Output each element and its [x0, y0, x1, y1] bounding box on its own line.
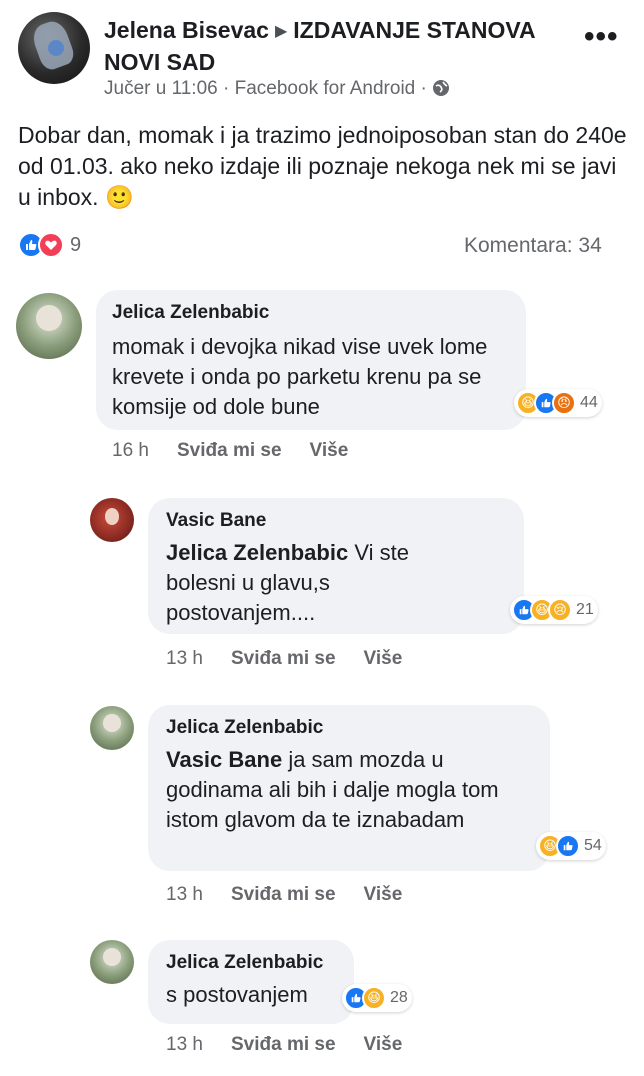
globe-icon — [432, 79, 450, 103]
comments-count-link[interactable]: Komentara: 34 — [464, 234, 602, 258]
comment-reaction-count: 28 — [390, 989, 408, 1006]
post-reaction-count: 9 — [70, 233, 82, 256]
comment-reactions[interactable]: 😆 😢 21 — [510, 596, 598, 624]
comment-time[interactable]: 13 h — [166, 648, 203, 670]
avatar-face — [103, 947, 121, 966]
comment-bubble: Jelica Zelenbabic s postovanjem — [148, 940, 354, 1024]
post-reactions-summary[interactable]: 9 — [18, 230, 81, 260]
comment-mention[interactable]: Jelica Zelenbabic — [166, 540, 348, 565]
comment-actions: 13 h Sviđa mi se Više — [166, 884, 402, 906]
comment-actions: 16 h Sviđa mi se Više — [112, 440, 348, 462]
like-comment-button[interactable]: Sviđa mi se — [231, 648, 336, 670]
more-options-icon[interactable]: ••• — [584, 20, 619, 54]
like-comment-button[interactable]: Sviđa mi se — [231, 884, 336, 906]
angry-reaction-icon: 😠 — [552, 391, 576, 415]
haha-reaction-icon: 😆 — [362, 986, 386, 1010]
post-source: Facebook for Android — [234, 78, 416, 99]
comment-author[interactable]: Jelica Zelenbabic — [166, 952, 336, 974]
commenter-avatar[interactable] — [16, 293, 82, 359]
comment-reaction-count: 21 — [576, 601, 594, 618]
comment-mention[interactable]: Vasic Bane — [166, 747, 282, 772]
post-author-avatar[interactable] — [18, 12, 90, 84]
post-time[interactable]: Jučer u 11:06 — [104, 78, 218, 99]
more-comment-button[interactable]: Više — [364, 1034, 403, 1056]
comment-time[interactable]: 16 h — [112, 440, 149, 462]
avatar-accent — [48, 40, 64, 56]
comment-text: Jelica Zelenbabic Vi ste bolesni u glavu… — [166, 538, 466, 628]
like-reaction-icon — [556, 834, 580, 858]
like-comment-button[interactable]: Sviđa mi se — [177, 440, 282, 462]
comment-text: momak i devojka nikad vise uvek lome kre… — [112, 334, 488, 419]
comment-time[interactable]: 13 h — [166, 884, 203, 906]
comment-actions: 13 h Sviđa mi se Više — [166, 1034, 402, 1056]
comment-bubble: Vasic Bane Jelica Zelenbabic Vi ste bole… — [148, 498, 524, 634]
post-body-text: Dobar dan, momak i ja trazimo jednoiposo… — [18, 122, 627, 210]
comment-author[interactable]: Vasic Bane — [166, 510, 506, 532]
commenter-avatar[interactable] — [90, 940, 134, 984]
comment-reaction-count: 54 — [584, 837, 602, 854]
avatar-face — [35, 304, 63, 332]
comment-author[interactable]: Jelica Zelenbabic — [166, 717, 532, 739]
meta-separator-2: · — [420, 78, 427, 99]
comment-author[interactable]: Jelica Zelenbabic — [112, 302, 510, 324]
post-header-title: Jelena Bisevac ▶ IZDAVANJE STANOVA NOVI SA… — [104, 16, 574, 77]
like-comment-button[interactable]: Sviđa mi se — [231, 1034, 336, 1056]
comment-bubble: Jelica Zelenbabic Vasic Bane ja sam mozd… — [148, 705, 550, 871]
post-meta: Jučer u 11:06 · Facebook for Android · — [104, 78, 450, 103]
commenter-avatar[interactable] — [90, 706, 134, 750]
comment-reactions[interactable]: 😆 28 — [342, 984, 412, 1012]
more-comment-button[interactable]: Više — [364, 648, 403, 670]
more-comment-button[interactable]: Više — [364, 884, 403, 906]
post-author-name[interactable]: Jelena Bisevac — [104, 17, 269, 43]
comment-bubble: Jelica Zelenbabic momak i devojka nikad … — [96, 290, 526, 430]
comment-reaction-count: 44 — [580, 394, 598, 411]
comment-text: s postovanjem — [166, 982, 308, 1007]
comment-actions: 13 h Sviđa mi se Više — [166, 648, 402, 670]
comment-reactions[interactable]: 😆 54 — [536, 832, 606, 860]
more-comment-button[interactable]: Više — [310, 440, 349, 462]
sad-reaction-icon: 😢 — [548, 598, 572, 622]
avatar-face — [104, 507, 120, 526]
avatar-face — [103, 713, 121, 732]
love-reaction-icon — [38, 232, 64, 258]
comment-time[interactable]: 13 h — [166, 1034, 203, 1056]
meta-separator: · — [223, 78, 230, 99]
commenter-avatar[interactable] — [90, 498, 134, 542]
arrow-right-icon: ▶ — [274, 23, 288, 40]
comment-text: Vasic Bane ja sam mozda u godinama ali b… — [166, 745, 511, 835]
comment-reactions[interactable]: 😆 😠 44 — [514, 389, 602, 417]
